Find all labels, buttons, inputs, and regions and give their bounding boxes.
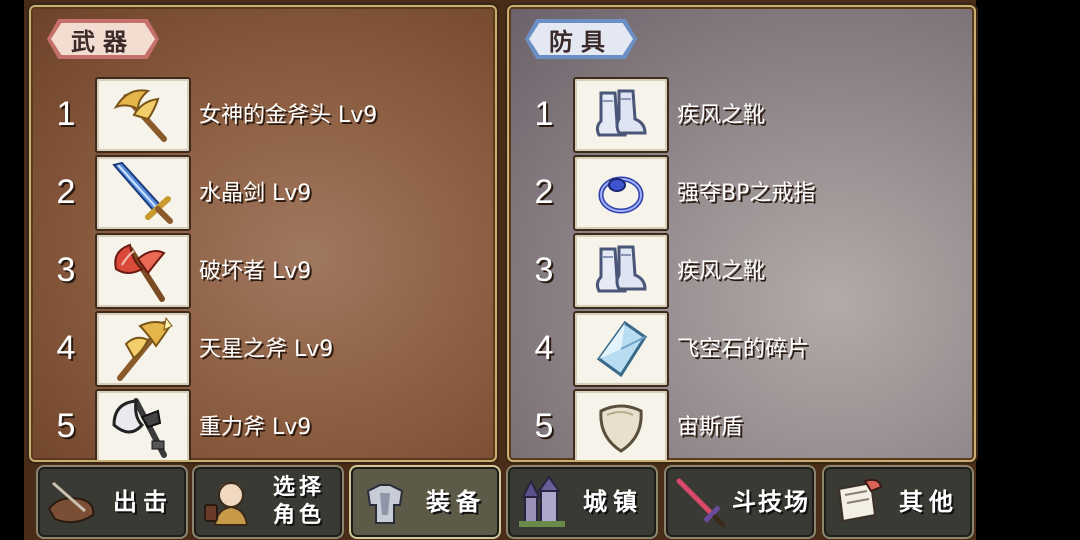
- nav-sortie-button[interactable]: 出击: [36, 465, 188, 539]
- nav-label: 选择 角色: [256, 474, 342, 530]
- slot-number: 5: [56, 407, 76, 445]
- weapon-name: 天星之斧 Lv9: [199, 337, 334, 362]
- shield-icon[interactable]: [573, 389, 669, 460]
- star-halberd-icon[interactable]: [95, 311, 191, 387]
- armor-name: 疾风之靴: [677, 259, 766, 284]
- armor-row-1[interactable]: 1 疾风之靴: [509, 77, 974, 153]
- armor-panel: 防具 1 疾风之靴 2 强夺BP之戒指 3 疾风之靴 4 飞空石的碎片 5 宙斯…: [507, 5, 976, 462]
- nav-other-button[interactable]: 其他: [822, 465, 974, 539]
- destroyer-axe-icon[interactable]: [95, 233, 191, 309]
- left-letterbox: [0, 0, 24, 540]
- ring-icon[interactable]: [573, 155, 669, 231]
- armor-row-5[interactable]: 5 宙斯盾: [509, 389, 974, 460]
- weapon-name: 重力斧 Lv9: [199, 415, 312, 440]
- weapons-title: 武器: [71, 27, 135, 56]
- armor-name: 飞空石的碎片: [677, 337, 810, 362]
- weapon-row-1[interactable]: 1 女神的金斧头 Lv9: [31, 77, 495, 153]
- weapon-row-3[interactable]: 3 破坏者 Lv9: [31, 233, 495, 309]
- game-screen: 武器 1 女神的金斧头 Lv9 2 水晶剑 Lv9 3 破坏者 Lv9 4 天星…: [0, 0, 1080, 540]
- weapon-row-2[interactable]: 2 水晶剑 Lv9: [31, 155, 495, 231]
- armor-name: 疾风之靴: [677, 103, 766, 128]
- slot-number: 2: [56, 173, 76, 211]
- nav-label: 装备: [426, 488, 486, 516]
- right-letterbox: [976, 0, 1080, 540]
- weapons-tab-label: 武器: [47, 19, 159, 59]
- golden-axe-icon[interactable]: [95, 77, 191, 153]
- armor-title: 防具: [549, 27, 613, 56]
- nav-arena-button[interactable]: 斗技场: [664, 465, 816, 539]
- scroll-icon: [830, 474, 886, 530]
- gravity-axe-icon[interactable]: [95, 389, 191, 460]
- nav-select-character-button[interactable]: 选择 角色: [192, 465, 344, 539]
- armor-row-2[interactable]: 2 强夺BP之戒指: [509, 155, 974, 231]
- crystal-shard-icon[interactable]: [573, 311, 669, 387]
- nav-label-line1: 选择: [272, 475, 325, 500]
- nav-label: 斗技场: [732, 488, 810, 516]
- slot-number: 5: [534, 407, 554, 445]
- nav-label: 其他: [899, 488, 959, 516]
- armor-name: 宙斯盾: [677, 415, 744, 440]
- slot-number: 1: [56, 95, 76, 133]
- armor-row-3[interactable]: 3 疾风之靴: [509, 233, 974, 309]
- boots-icon[interactable]: [573, 233, 669, 309]
- boots-icon[interactable]: [573, 77, 669, 153]
- nav-equipment-button[interactable]: 装备: [349, 465, 501, 539]
- nav-label: 城镇: [583, 488, 643, 516]
- arena-sword-icon: [672, 474, 728, 530]
- nav-label: 出击: [113, 488, 173, 516]
- weapon-name: 女神的金斧头 Lv9: [199, 103, 378, 128]
- character-icon: [200, 474, 256, 530]
- slot-number: 3: [534, 251, 554, 289]
- armor-tab-label: 防具: [525, 19, 637, 59]
- armor-name: 强夺BP之戒指: [677, 181, 816, 206]
- slot-number: 1: [534, 95, 554, 133]
- armor-icon: [357, 474, 413, 530]
- weapon-name: 水晶剑 Lv9: [199, 181, 312, 206]
- nav-town-button[interactable]: 城镇: [506, 465, 658, 539]
- nav-label-line2: 角色: [272, 503, 325, 528]
- weapons-panel: 武器 1 女神的金斧头 Lv9 2 水晶剑 Lv9 3 破坏者 Lv9 4 天星…: [29, 5, 497, 462]
- sortie-icon: [44, 474, 100, 530]
- slot-number: 2: [534, 173, 554, 211]
- slot-number: 4: [56, 329, 76, 367]
- town-icon: [514, 474, 570, 530]
- weapon-row-5[interactable]: 5 重力斧 Lv9: [31, 389, 495, 460]
- armor-row-4[interactable]: 4 飞空石的碎片: [509, 311, 974, 387]
- slot-number: 3: [56, 251, 76, 289]
- slot-number: 4: [534, 329, 554, 367]
- weapon-name: 破坏者 Lv9: [199, 259, 312, 284]
- weapon-row-4[interactable]: 4 天星之斧 Lv9: [31, 311, 495, 387]
- crystal-sword-icon[interactable]: [95, 155, 191, 231]
